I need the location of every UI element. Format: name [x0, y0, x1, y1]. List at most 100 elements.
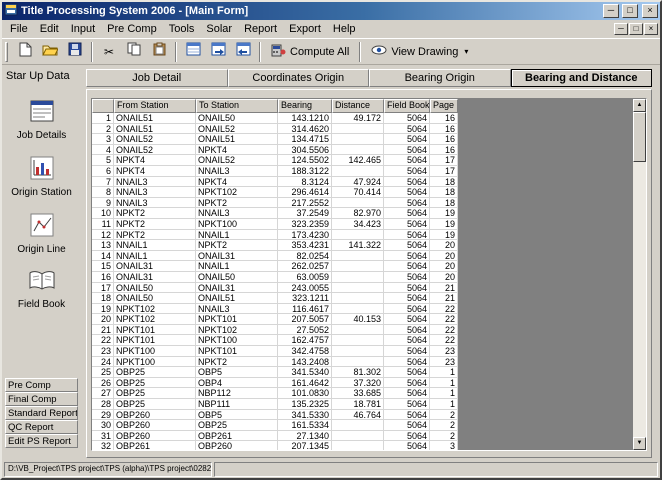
table-row[interactable]: 12NPKT2NNAIL1173.4230506419	[92, 230, 458, 241]
cell-distance[interactable]	[332, 357, 384, 368]
cell-row-number[interactable]: 22	[92, 335, 114, 346]
table-row[interactable]: 14NNAIL1ONAIL3182.0254506420	[92, 251, 458, 262]
cell-row-number[interactable]: 8	[92, 187, 114, 198]
cell-from-station[interactable]: NPKT2	[114, 219, 196, 230]
cell-row-number[interactable]: 30	[92, 420, 114, 431]
cell-row-number[interactable]: 10	[92, 208, 114, 219]
cell-from-station[interactable]: OBP260	[114, 410, 196, 421]
cell-bearing[interactable]: 243.0055	[278, 283, 332, 294]
cell-bearing[interactable]: 8.3124	[278, 177, 332, 188]
cell-bearing[interactable]: 314.4620	[278, 124, 332, 135]
cell-bearing[interactable]: 27.1340	[278, 431, 332, 442]
cell-from-station[interactable]: NPKT100	[114, 357, 196, 368]
cell-from-station[interactable]: OBP25	[114, 399, 196, 410]
table-row[interactable]: 20NPKT102NPKT101207.505740.153506422	[92, 314, 458, 325]
cell-field-book[interactable]: 5064	[384, 293, 430, 304]
edit-ps-report-button[interactable]: Edit PS Report	[5, 434, 78, 448]
grid-insert-button[interactable]	[181, 41, 205, 63]
cell-bearing[interactable]: 135.2325	[278, 399, 332, 410]
cell-to-station[interactable]: NPKT4	[196, 177, 278, 188]
cell-page[interactable]: 19	[430, 219, 458, 230]
cell-row-number[interactable]: 18	[92, 293, 114, 304]
table-row[interactable]: 3ONAIL52ONAIL51134.4715506416	[92, 134, 458, 145]
cut-button[interactable]: ✂	[97, 41, 121, 63]
cell-distance[interactable]	[332, 420, 384, 431]
table-row[interactable]: 18ONAIL50ONAIL51323.1211506421	[92, 293, 458, 304]
cell-distance[interactable]: 47.924	[332, 177, 384, 188]
table-row[interactable]: 32OBP261OBP260207.134550643	[92, 441, 458, 450]
cell-bearing[interactable]: 161.4642	[278, 378, 332, 389]
cell-distance[interactable]	[332, 304, 384, 315]
table-row[interactable]: 5NPKT4ONAIL52124.5502142.465506417	[92, 155, 458, 166]
cell-bearing[interactable]: 353.4231	[278, 240, 332, 251]
cell-row-number[interactable]: 11	[92, 219, 114, 230]
cell-from-station[interactable]: NPKT4	[114, 155, 196, 166]
cell-bearing[interactable]: 173.4230	[278, 230, 332, 241]
cell-page[interactable]: 16	[430, 134, 458, 145]
grid-remove-button[interactable]	[231, 41, 255, 63]
cell-from-station[interactable]: ONAIL50	[114, 283, 196, 294]
close-button[interactable]: ×	[642, 4, 658, 18]
cell-row-number[interactable]: 9	[92, 198, 114, 209]
table-row[interactable]: 10NPKT2NNAIL337.254982.970506419	[92, 208, 458, 219]
cell-row-number[interactable]: 2	[92, 124, 114, 135]
cell-to-station[interactable]: ONAIL51	[196, 293, 278, 304]
cell-page[interactable]: 17	[430, 155, 458, 166]
cell-to-station[interactable]: NNAIL1	[196, 230, 278, 241]
cell-page[interactable]: 16	[430, 124, 458, 135]
column-header-from-station[interactable]: From Station	[114, 99, 196, 113]
table-row[interactable]: 9NNAIL3NPKT2217.2552506418	[92, 198, 458, 209]
cell-page[interactable]: 22	[430, 314, 458, 325]
table-row[interactable]: 21NPKT101NPKT10227.5052506422	[92, 325, 458, 336]
cell-field-book[interactable]: 5064	[384, 208, 430, 219]
cell-page[interactable]: 21	[430, 293, 458, 304]
cell-bearing[interactable]: 341.5330	[278, 410, 332, 421]
menu-item-report[interactable]: Report	[238, 21, 283, 37]
cell-from-station[interactable]: OBP25	[114, 367, 196, 378]
cell-distance[interactable]	[332, 261, 384, 272]
cell-row-number[interactable]: 7	[92, 177, 114, 188]
cell-row-number[interactable]: 12	[92, 230, 114, 241]
cell-distance[interactable]	[332, 134, 384, 145]
table-row[interactable]: 16ONAIL31ONAIL5063.0059506420	[92, 272, 458, 283]
cell-distance[interactable]: 46.764	[332, 410, 384, 421]
cell-page[interactable]: 20	[430, 261, 458, 272]
cell-page[interactable]: 22	[430, 335, 458, 346]
cell-field-book[interactable]: 5064	[384, 388, 430, 399]
cell-page[interactable]: 18	[430, 187, 458, 198]
cell-distance[interactable]: 49.172	[332, 113, 384, 124]
table-row[interactable]: 8NNAIL3NPKT102296.461470.414506418	[92, 187, 458, 198]
vertical-scrollbar[interactable]: ▲ ▼	[633, 99, 646, 450]
tab-bearing-origin[interactable]: Bearing Origin	[369, 69, 511, 87]
cell-page[interactable]: 22	[430, 325, 458, 336]
cell-to-station[interactable]: ONAIL52	[196, 155, 278, 166]
menu-item-tools[interactable]: Tools	[163, 21, 201, 37]
cell-row-number[interactable]: 21	[92, 325, 114, 336]
cell-from-station[interactable]: NPKT100	[114, 346, 196, 357]
cell-to-station[interactable]: NPKT102	[196, 325, 278, 336]
pre-comp-button[interactable]: Pre Comp	[5, 378, 78, 392]
cell-page[interactable]: 21	[430, 283, 458, 294]
cell-to-station[interactable]: NPKT102	[196, 187, 278, 198]
cell-row-number[interactable]: 6	[92, 166, 114, 177]
cell-row-number[interactable]: 29	[92, 410, 114, 421]
mdi-close-button[interactable]: ×	[644, 23, 658, 35]
cell-field-book[interactable]: 5064	[384, 219, 430, 230]
cell-to-station[interactable]: NPKT4	[196, 145, 278, 156]
cell-field-book[interactable]: 5064	[384, 166, 430, 177]
cell-from-station[interactable]: OBP25	[114, 378, 196, 389]
cell-from-station[interactable]: NPKT4	[114, 166, 196, 177]
cell-from-station[interactable]: NPKT102	[114, 304, 196, 315]
mdi-restore-button[interactable]: □	[629, 23, 643, 35]
cell-field-book[interactable]: 5064	[384, 177, 430, 188]
cell-distance[interactable]	[332, 166, 384, 177]
cell-from-station[interactable]: ONAIL51	[114, 113, 196, 124]
cell-distance[interactable]	[332, 124, 384, 135]
minimize-button[interactable]: ─	[603, 4, 619, 18]
cell-row-number[interactable]: 27	[92, 388, 114, 399]
sidebar-item-origin-station[interactable]: Origin Station	[5, 155, 78, 198]
table-row[interactable]: 27OBP25NBP112101.083033.68550641	[92, 388, 458, 399]
cell-to-station[interactable]: ONAIL51	[196, 134, 278, 145]
cell-to-station[interactable]: NPKT2	[196, 198, 278, 209]
cell-from-station[interactable]: NPKT102	[114, 314, 196, 325]
